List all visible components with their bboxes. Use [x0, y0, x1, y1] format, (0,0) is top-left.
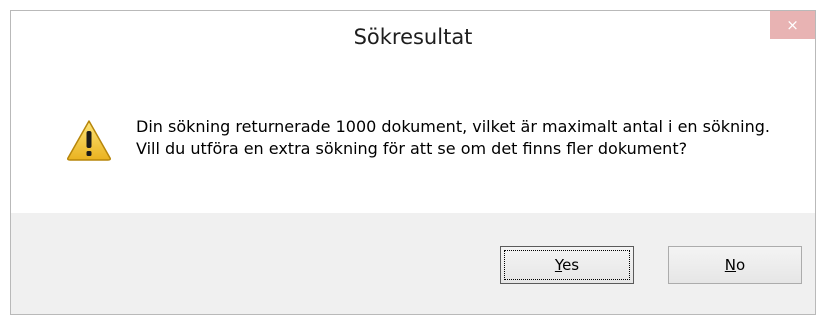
close-icon: × — [786, 16, 799, 34]
no-button[interactable]: No — [668, 246, 802, 284]
yes-button[interactable]: Yes — [500, 246, 634, 284]
dialog-window: Sökresultat × Din sökning returnerade 10… — [10, 10, 816, 315]
dialog-message: Din sökning returnerade 1000 dokument, v… — [136, 117, 771, 158]
dialog-title: Sökresultat — [353, 25, 473, 49]
close-button[interactable]: × — [770, 11, 815, 39]
dialog-content: Din sökning returnerade 1000 dokument, v… — [11, 73, 815, 213]
button-bar: Yes No — [11, 213, 815, 314]
no-button-label: No — [724, 256, 746, 274]
warning-icon — [67, 120, 111, 161]
yes-button-label: Yes — [554, 256, 580, 274]
title-bar: Sökresultat × — [11, 11, 815, 73]
